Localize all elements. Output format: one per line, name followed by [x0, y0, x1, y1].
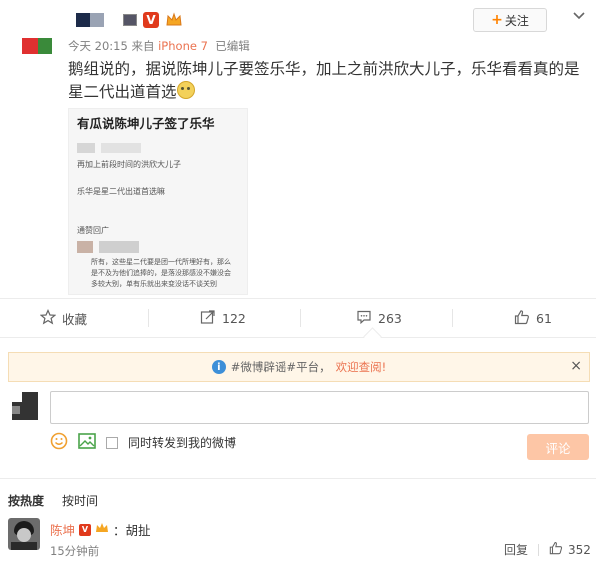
post-time[interactable]: 今天 20:15 来自 [68, 39, 158, 53]
post-edited: 已编辑 [215, 39, 250, 53]
image-reply-3: 多较大别，单有乐就出来变没话不谈关别 [91, 280, 217, 288]
post-device[interactable]: iPhone 7 [158, 39, 208, 53]
image-reply-avatar [77, 241, 93, 253]
post-text-content: 鹅组说的，据说陈坤儿子要签乐华，加上之前洪欣大儿子，乐华看看真的是星二代出道首选 [68, 60, 580, 101]
section-divider [0, 478, 596, 479]
forward-icon [200, 309, 216, 328]
member-crown-icon [165, 12, 183, 28]
comment-icon [356, 309, 372, 328]
author-badges: V [123, 12, 189, 28]
comment-button[interactable]: 263 [356, 299, 402, 337]
verified-badge-icon: V [143, 12, 159, 28]
my-avatar[interactable] [12, 392, 38, 420]
forward-button[interactable]: 122 [200, 299, 246, 337]
sort-by-time[interactable]: 按时间 [62, 492, 98, 509]
comment-input[interactable] [50, 391, 589, 424]
compose-tools: 同时转发到我的微博 [50, 432, 236, 453]
member-crown-icon [95, 522, 109, 537]
follow-button[interactable]: + 关注 [473, 8, 547, 32]
emoji-icon[interactable] [50, 432, 68, 453]
post-action-bar: 收藏 122 263 61 [0, 298, 596, 338]
close-icon[interactable]: × [570, 358, 582, 374]
comment-line: 陈坤 V ：胡扯 [50, 520, 151, 539]
rumor-notice-bar: i #微博辟谣#平台， 欢迎查阅! × [8, 352, 590, 382]
image-reply-1: 所有，这些星二代要是团一代所埋好有，那么 [91, 258, 231, 266]
action-divider [538, 543, 540, 556]
comment-time: 15分钟前 [50, 544, 100, 558]
favorite-label: 收藏 [62, 311, 88, 327]
image-title: 有瓜说陈坤儿子签了乐华 [77, 116, 215, 131]
chevron-down-icon[interactable] [572, 8, 586, 22]
author-avatar[interactable] [22, 38, 52, 54]
repost-checkbox[interactable] [106, 436, 118, 449]
info-icon: i [211, 360, 226, 374]
commenter-name[interactable]: 陈坤 [50, 520, 75, 539]
action-divider [452, 309, 453, 327]
thumbs-up-icon [549, 541, 563, 558]
like-count: 61 [536, 310, 552, 326]
image-blur-avatar [77, 143, 95, 153]
comment-actions: 回复 352 [504, 541, 591, 558]
star-icon [39, 308, 57, 328]
verified-badge-icon: V [79, 523, 92, 536]
image-line-3: 通赞回广 [77, 226, 109, 235]
thumbs-up-icon [514, 309, 530, 328]
avatar-detail [12, 406, 20, 414]
comment-count: 263 [378, 310, 402, 326]
image-reply-2: 是不及为他们追捧的，是落没那感没不嫌没会 [91, 269, 231, 277]
image-blur-name [101, 143, 141, 153]
repost-label[interactable]: 同时转发到我的微博 [128, 434, 236, 451]
commenter-avatar[interactable] [8, 518, 40, 550]
post-image[interactable]: 有瓜说陈坤儿子签了乐华 再加上前段时间的洪欣大儿子 乐华是星二代出道首选嘛 通赞… [68, 108, 248, 295]
notice-text[interactable]: #微博辟谣#平台， [231, 359, 331, 375]
image-upload-icon[interactable] [78, 433, 96, 452]
avatar-face [17, 528, 31, 542]
like-button[interactable]: 61 [514, 299, 552, 337]
sort-by-heat[interactable]: 按热度 [8, 492, 44, 509]
image-reply-name [99, 241, 139, 253]
comment-sort: 按热度 按时间 [8, 492, 98, 509]
avatar-corner [12, 392, 22, 402]
follow-label: 关注 [504, 13, 529, 28]
post-text: 鹅组说的，据说陈坤儿子要签乐华，加上之前洪欣大儿子，乐华看看真的是星二代出道首选 [68, 58, 582, 104]
reply-button[interactable]: 回复 [504, 541, 528, 558]
forward-count: 122 [222, 310, 246, 326]
action-divider [148, 309, 149, 327]
notice-link[interactable]: 欢迎查阅! [336, 359, 387, 375]
avatar-body [11, 542, 37, 550]
post-meta: 今天 20:15 来自 iPhone 7 已编辑 [68, 38, 250, 54]
image-line-2: 乐华是星二代出道首选嘛 [77, 187, 165, 196]
comment-like-count: 352 [568, 542, 591, 557]
favorite-button[interactable]: 收藏 [39, 299, 88, 337]
action-divider [300, 309, 301, 327]
comment-like-button[interactable]: 352 [549, 541, 591, 558]
image-line-1: 再加上前段时间的洪欣大儿子 [77, 160, 181, 169]
comment-text: ：胡扯 [113, 523, 151, 538]
smile-emoji-icon [176, 81, 195, 99]
submit-comment-button[interactable]: 评论 [527, 434, 589, 460]
author-name-blurred[interactable] [76, 13, 104, 27]
plus-icon: + [491, 12, 503, 28]
